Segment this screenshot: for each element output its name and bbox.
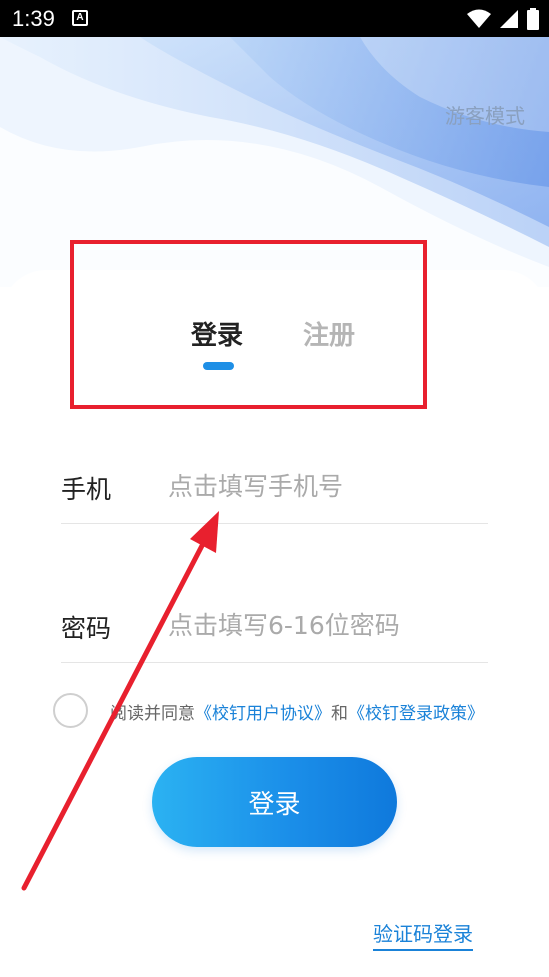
password-label: 密码 [61, 614, 112, 643]
agreement-prefix: 阅读并同意 [110, 704, 195, 724]
login-policy-link[interactable]: 《校钉登录政策》 [348, 704, 484, 724]
status-bar: 1:39 A [0, 0, 549, 37]
login-button[interactable]: 登录 [152, 757, 397, 847]
phone-input[interactable] [160, 464, 486, 508]
annotation-highlight-box [70, 240, 427, 409]
login-screen: 1:39 A 游客模式 登录 注册 手机 点击填写手机号 密码 阅读并同意《校钉… [0, 0, 549, 977]
wifi-icon [467, 9, 491, 28]
guest-mode-button[interactable]: 游客模式 [445, 100, 525, 129]
signal-icon [500, 10, 518, 28]
phone-divider [61, 523, 488, 524]
agreement-text: 阅读并同意《校钉用户协议》和《校钉登录政策》 [110, 699, 484, 724]
status-icons [467, 8, 539, 30]
agreement-checkbox[interactable] [53, 693, 88, 728]
password-input[interactable] [160, 603, 486, 647]
notification-a-icon: A [72, 10, 88, 26]
phone-label: 手机 [61, 475, 112, 504]
user-agreement-link[interactable]: 《校钉用户协议》 [195, 704, 331, 724]
agreement-conjunction: 和 [331, 704, 348, 724]
battery-icon [527, 8, 539, 30]
status-time: 1:39 [12, 6, 55, 31]
password-divider [61, 662, 488, 663]
sms-login-link[interactable]: 验证码登录 [373, 918, 473, 951]
